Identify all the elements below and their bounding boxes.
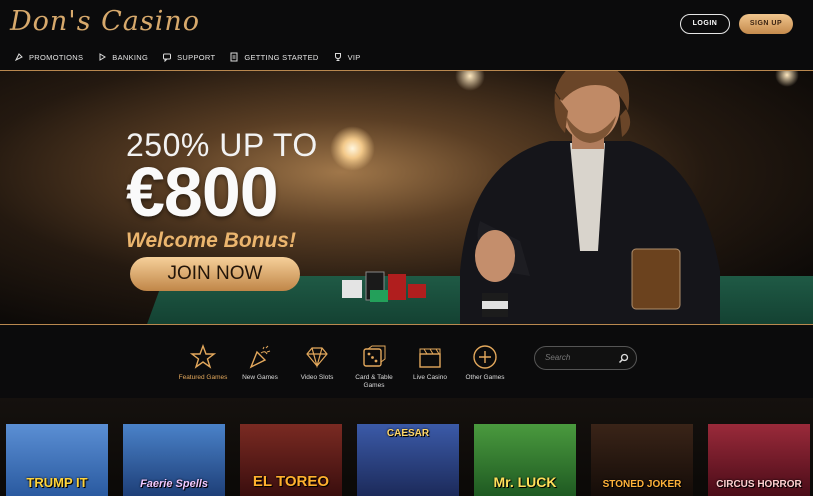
category-label: Card & Table Games (355, 374, 393, 390)
nav-getting-started[interactable]: GETTING STARTED (229, 52, 318, 62)
game-tile[interactable]: EL TOREO (240, 424, 342, 496)
dice-icon (363, 345, 386, 367)
game-tile[interactable]: STONED JOKER (591, 424, 693, 496)
promo-subtitle: Welcome Bonus! (126, 229, 296, 252)
game-tile[interactable]: Faerie Spells (123, 424, 225, 496)
play-icon (99, 53, 107, 61)
document-icon (230, 52, 238, 62)
diamond-icon (306, 347, 328, 369)
game-title: TRUMP IT (26, 475, 88, 490)
game-tile[interactable]: CIRCUS HORROR (708, 424, 810, 496)
game-title: CIRCUS HORROR (716, 479, 802, 490)
nav-support[interactable]: SUPPORT (162, 52, 215, 62)
nav-vip[interactable]: VIP (333, 52, 361, 62)
dealer-illustration (460, 71, 720, 324)
login-button[interactable]: LOGIN (680, 14, 730, 34)
game-title: CAESAR (386, 428, 430, 439)
main-nav: PROMOTIONS BANKING SUPPORT GETTING START… (14, 52, 361, 62)
chat-icon (163, 53, 172, 62)
category-label: Other Games (465, 374, 505, 381)
game-title: EL TOREO (252, 473, 330, 490)
nav-promotions[interactable]: PROMOTIONS (14, 52, 83, 62)
category-other-games[interactable]: Other Games (455, 344, 515, 382)
game-title: STONED JOKER (602, 479, 682, 490)
light-glow (775, 71, 799, 87)
search-placeholder: Search (545, 353, 571, 362)
hero-banner: 250% UP TO €800 Welcome Bonus! JOIN NOW (0, 70, 813, 325)
plus-circle-icon (473, 345, 497, 369)
signup-button[interactable]: SIGN UP (739, 14, 793, 34)
game-title: Faerie Spells (140, 478, 208, 490)
category-new-games[interactable]: New Games (230, 344, 290, 382)
star-icon (190, 344, 216, 369)
category-label: Live Casino (413, 374, 447, 381)
nav-label: SUPPORT (177, 52, 216, 62)
game-tile[interactable]: Mr. LUCK (474, 424, 576, 496)
site-header: Don's Casino LOGIN SIGN UP PROMOTIONS BA… (0, 0, 813, 70)
logo[interactable]: Don's Casino (10, 6, 200, 37)
party-popper-icon (249, 345, 271, 369)
category-live-casino[interactable]: Live Casino (400, 344, 460, 382)
nav-label: BANKING (112, 52, 149, 62)
nav-label: PROMOTIONS (29, 52, 84, 62)
clapperboard-icon (419, 348, 441, 368)
game-tile[interactable]: CAESAR (357, 424, 459, 496)
category-video-slots[interactable]: Video Slots (287, 344, 347, 382)
nav-label: GETTING STARTED (244, 52, 319, 62)
join-now-button[interactable]: JOIN NOW (130, 257, 300, 291)
chips-illustration (342, 271, 426, 302)
light-glow (330, 126, 375, 171)
search-icon[interactable] (618, 353, 629, 364)
game-categories: Featured Games New Games Video Slots Car… (0, 326, 813, 396)
nav-label: VIP (347, 52, 361, 62)
search-input[interactable]: Search (534, 346, 637, 370)
category-label: Video Slots (300, 374, 334, 381)
category-featured-games[interactable]: Featured Games (173, 344, 233, 382)
nav-banking[interactable]: BANKING (97, 52, 148, 62)
promo-amount: €800 (126, 153, 279, 231)
rocket-icon (14, 53, 23, 62)
category-label: New Games (242, 374, 278, 381)
category-label: Featured Games (178, 374, 228, 381)
trophy-icon (334, 53, 341, 61)
game-title: Mr. LUCK (493, 474, 557, 490)
game-tile[interactable]: TRUMP IT (6, 424, 108, 496)
category-card-table-games[interactable]: Card & Table Games (344, 344, 404, 391)
games-row: TRUMP IT Faerie Spells EL TOREO CAESAR M… (0, 398, 813, 496)
